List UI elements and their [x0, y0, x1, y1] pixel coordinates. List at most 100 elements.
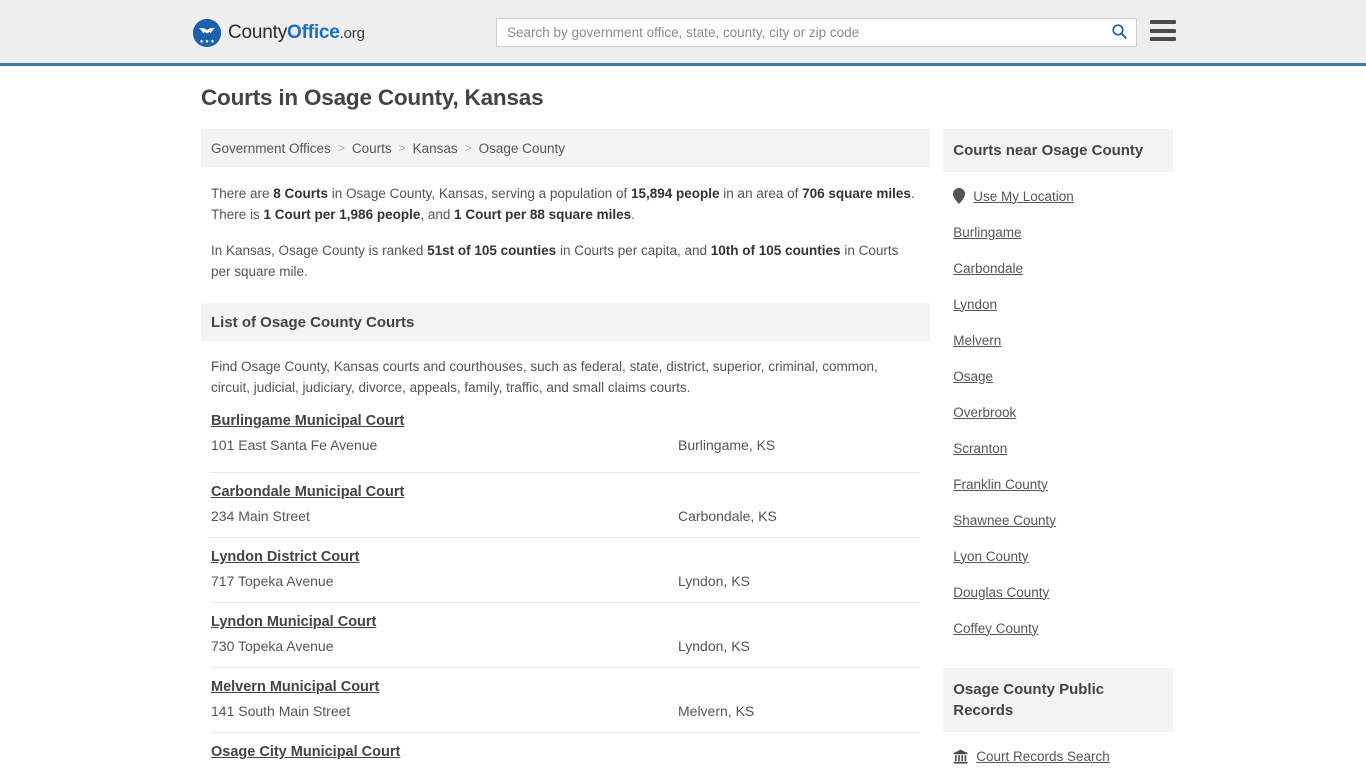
eagle-shield-icon — [193, 19, 221, 47]
sidebar: Courts near Osage County Use My Location… — [943, 129, 1173, 768]
court-details: 234 Main Street Carbondale, KS — [211, 508, 920, 524]
sidebar-link-label[interactable]: Use My Location — [973, 189, 1074, 204]
sidebar-link-label[interactable]: Coffey County — [953, 621, 1038, 636]
sidebar-link-label[interactable]: Scranton — [953, 441, 1007, 456]
stat-per-area: 1 Court per 88 square miles — [454, 207, 632, 222]
sidebar-item-franklin-county[interactable]: Franklin County — [953, 466, 1163, 502]
court-city: Lyndon, KS — [678, 573, 750, 589]
search-input[interactable] — [497, 19, 1102, 46]
intro-text: in an area of — [719, 186, 803, 201]
intro-text: in Courts per capita, and — [556, 243, 711, 258]
sidebar-item-lyndon[interactable]: Lyndon — [953, 286, 1163, 322]
breadcrumb-separator: > — [398, 141, 406, 155]
court-address: 234 Main Street — [211, 508, 310, 524]
sidebar-item-overbrook[interactable]: Overbrook — [953, 394, 1163, 430]
court-name-link[interactable]: Melvern Municipal Court — [211, 679, 379, 695]
court-city: Burlingame, KS — [678, 437, 776, 453]
sidebar-nearby-heading: Courts near Osage County — [953, 142, 1144, 159]
breadcrumb-separator: > — [464, 141, 472, 155]
intro-text: . — [631, 207, 635, 222]
sidebar-item-scranton[interactable]: Scranton — [953, 430, 1163, 466]
court-address: 730 Topeka Avenue — [211, 638, 334, 654]
intro-statistics: There are 8 Courts in Osage County, Kans… — [201, 167, 930, 299]
sidebar-link-label[interactable]: Lyndon — [953, 297, 997, 312]
court-address: 717 Topeka Avenue — [211, 573, 334, 589]
court-address: 141 South Main Street — [211, 703, 351, 719]
search-icon — [1111, 23, 1128, 43]
sidebar-public-records-links: Court Records Search — [943, 738, 1173, 768]
hamburger-bar-1 — [1150, 20, 1176, 24]
sidebar-link-label[interactable]: Burlingame — [953, 225, 1021, 240]
stat-court-count: 8 Courts — [273, 186, 329, 201]
court-details: 141 South Main Street Melvern, KS — [211, 703, 920, 719]
sidebar-item-court-records-search[interactable]: Court Records Search — [953, 738, 1163, 768]
sidebar-item-douglas-county[interactable]: Douglas County — [953, 574, 1163, 610]
sidebar-item-lyon-county[interactable]: Lyon County — [953, 538, 1163, 574]
hamburger-menu-icon[interactable] — [1150, 20, 1176, 41]
court-name-link[interactable]: Lyndon District Court — [211, 549, 359, 565]
court-name-link[interactable]: Carbondale Municipal Court — [211, 484, 404, 500]
bank-icon — [953, 749, 968, 764]
court-name-link[interactable]: Lyndon Municipal Court — [211, 614, 376, 630]
table-row: Burlingame Municipal Court 101 East Sant… — [211, 408, 921, 473]
sidebar-item-coffey-county[interactable]: Coffey County — [953, 610, 1163, 646]
sidebar-link-label[interactable]: Osage — [953, 369, 993, 384]
court-details: 730 Topeka Avenue Lyndon, KS — [211, 638, 920, 654]
logo-text-county: County — [228, 22, 288, 43]
sidebar-public-records-header: Osage County Public Records — [943, 668, 1173, 732]
sidebar-item-shawnee-county[interactable]: Shawnee County — [953, 502, 1163, 538]
sidebar-public-records-heading: Osage County Public Records — [953, 681, 1105, 719]
sidebar-link-label[interactable]: Carbondale — [953, 261, 1023, 276]
table-row: Lyndon District Court 717 Topeka Avenue … — [211, 538, 921, 603]
sidebar-link-label[interactable]: Overbrook — [953, 405, 1016, 420]
court-city: Carbondale, KS — [678, 508, 777, 524]
court-details: 717 Topeka Avenue Lyndon, KS — [211, 573, 920, 589]
stat-rank-per-capita: 51st of 105 counties — [427, 243, 557, 258]
court-name-link[interactable]: Osage City Municipal Court — [211, 744, 400, 760]
sidebar-link-label[interactable]: Court Records Search — [976, 749, 1110, 764]
stat-per-capita: 1 Court per 1,986 people — [263, 207, 421, 222]
courts-list-header: List of Osage County Courts — [201, 303, 931, 341]
breadcrumb-item-osage-county[interactable]: Osage County — [479, 141, 565, 156]
sidebar-item-use-my-location[interactable]: Use My Location — [953, 178, 1163, 214]
breadcrumb-item-courts[interactable]: Courts — [352, 141, 392, 156]
sidebar-item-osage[interactable]: Osage — [953, 358, 1163, 394]
courts-list-description: Find Osage County, Kansas courts and cou… — [211, 359, 878, 395]
search-bar — [496, 18, 1137, 47]
breadcrumb-separator: > — [337, 141, 345, 155]
page-title: Courts in Osage County, Kansas — [201, 85, 544, 110]
sidebar-link-label[interactable]: Shawnee County — [953, 513, 1056, 528]
intro-paragraph-1: There are 8 Courts in Osage County, Kans… — [211, 183, 920, 225]
logo-text-office: Office — [287, 22, 340, 43]
sidebar-item-melvern[interactable]: Melvern — [953, 322, 1163, 358]
site-logo[interactable]: CountyOffice.org — [193, 19, 365, 47]
sidebar-nearby-header: Courts near Osage County — [943, 129, 1173, 172]
court-address: 101 East Santa Fe Avenue — [211, 437, 378, 453]
map-pin-icon — [953, 188, 966, 204]
hamburger-bar-2 — [1150, 28, 1176, 33]
intro-paragraph-2: In Kansas, Osage County is ranked 51st o… — [211, 240, 920, 282]
sidebar-link-label[interactable]: Melvern — [953, 333, 1001, 348]
stat-rank-per-area: 10th of 105 counties — [710, 243, 841, 258]
stat-area: 706 square miles — [802, 186, 911, 201]
breadcrumb-item-kansas[interactable]: Kansas — [413, 141, 458, 156]
court-name-link[interactable]: Burlingame Municipal Court — [211, 413, 404, 429]
sidebar-item-carbondale[interactable]: Carbondale — [953, 250, 1163, 286]
sidebar-nearby-links: Use My Location Burlingame Carbondale Ly… — [943, 178, 1173, 646]
sidebar-link-label[interactable]: Franklin County — [953, 477, 1048, 492]
search-button[interactable] — [1102, 19, 1136, 46]
intro-text: There are — [211, 186, 274, 201]
stat-population: 15,894 people — [630, 186, 720, 201]
sidebar-link-label[interactable]: Lyon County — [953, 549, 1028, 564]
table-row: Lyndon Municipal Court 730 Topeka Avenue… — [211, 603, 921, 668]
breadcrumb: Government Offices > Courts > Kansas > O… — [201, 129, 931, 167]
hamburger-bar-3 — [1150, 37, 1176, 41]
page-body: Courts in Osage County, Kansas Governmen… — [0, 66, 1366, 768]
main-content: Government Offices > Courts > Kansas > O… — [201, 129, 931, 768]
sidebar-link-label[interactable]: Douglas County — [953, 585, 1049, 600]
intro-text: In Kansas, Osage County is ranked — [211, 243, 428, 258]
sidebar-item-burlingame[interactable]: Burlingame — [953, 214, 1163, 250]
logo-text-org: .org — [339, 25, 365, 42]
breadcrumb-item-government-offices[interactable]: Government Offices — [211, 141, 331, 156]
